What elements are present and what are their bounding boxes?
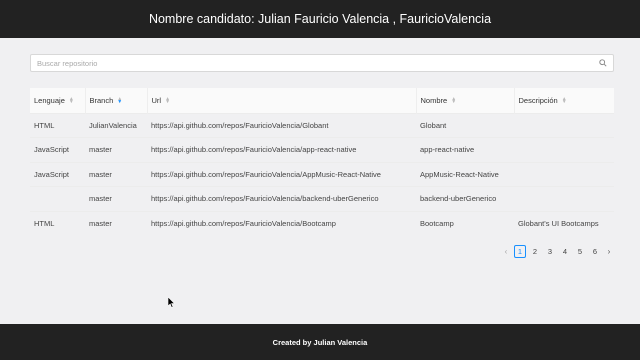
cell-nombre: app-react-native — [416, 137, 514, 162]
prev-page-button[interactable]: ‹ — [501, 247, 511, 256]
cell-url: https://api.github.com/repos/FauricioVal… — [147, 161, 416, 187]
cell-descripcion — [514, 137, 614, 162]
cell-branch: master — [85, 210, 147, 236]
table-row[interactable]: JavaScript master https://api.github.com… — [30, 161, 614, 187]
cell-descripcion — [514, 186, 614, 211]
sort-icon[interactable]: ▲ ▼ — [69, 96, 74, 104]
page-button-1[interactable]: 1 — [514, 245, 526, 258]
sort-icon[interactable]: ▲ ▼ — [165, 96, 170, 104]
column-header-descripcion[interactable]: Descripción ▲ ▼ — [514, 88, 614, 113]
sort-icon[interactable]: ▲ ▼ — [451, 96, 456, 104]
cell-branch: JulianValencia — [85, 112, 147, 138]
mouse-cursor-icon — [167, 295, 176, 313]
page-button-5[interactable]: 5 — [574, 245, 586, 258]
cell-lenguaje: HTML — [30, 210, 85, 236]
table-row[interactable]: HTML master https://api.github.com/repos… — [30, 210, 614, 236]
cell-lenguaje — [30, 186, 85, 211]
cell-branch: master — [85, 161, 147, 187]
table-row[interactable]: master https://api.github.com/repos/Faur… — [30, 186, 614, 211]
page-button-2[interactable]: 2 — [529, 245, 541, 258]
footer-text: Created by Julian Valencia — [272, 337, 368, 347]
cell-lenguaje: JavaScript — [30, 137, 85, 162]
table-row[interactable]: HTML JulianValencia https://api.github.c… — [30, 112, 614, 138]
cell-nombre: backend-uberGenerico — [416, 186, 514, 211]
cell-nombre: Bootcamp — [416, 210, 514, 236]
cell-branch: master — [85, 186, 147, 211]
app-footer: Created by Julian Valencia — [0, 324, 640, 360]
cell-descripcion: Globant's UI Bootcamps — [514, 210, 614, 236]
cell-nombre: Globant — [416, 112, 514, 138]
cell-lenguaje: HTML — [30, 112, 85, 138]
sort-icon[interactable]: ▲ ▼ — [117, 96, 122, 104]
repositories-table: Lenguaje ▲ ▼ Branch ▲ ▼ Url ▲ ▼ Nombre ▲ ▼ Descr… — [30, 88, 614, 236]
column-header-nombre[interactable]: Nombre ▲ ▼ — [416, 88, 515, 113]
cell-nombre: AppMusic-React-Native — [416, 161, 514, 187]
page-button-3[interactable]: 3 — [544, 245, 556, 258]
page-button-6[interactable]: 6 — [589, 245, 601, 258]
column-header-branch[interactable]: Branch ▲ ▼ — [85, 88, 148, 113]
next-page-button[interactable]: › — [604, 247, 614, 256]
pagination: ‹ 1 2 3 4 5 6 › — [501, 245, 614, 258]
cell-descripcion — [514, 112, 614, 138]
cell-url: https://api.github.com/repos/FauricioVal… — [147, 112, 416, 138]
column-header-url[interactable]: Url ▲ ▼ — [147, 88, 417, 113]
sort-icon[interactable]: ▲ ▼ — [562, 96, 567, 104]
search-box[interactable] — [30, 54, 614, 72]
cell-descripcion — [514, 161, 614, 187]
search-input[interactable] — [37, 58, 598, 68]
app-header: Nombre candidato: Julian Fauricio Valenc… — [0, 0, 640, 38]
page-title: Nombre candidato: Julian Fauricio Valenc… — [148, 12, 492, 26]
cell-url: https://api.github.com/repos/FauricioVal… — [147, 137, 416, 162]
cell-branch: master — [85, 137, 147, 162]
page-button-4[interactable]: 4 — [559, 245, 571, 258]
search-icon[interactable] — [598, 59, 607, 68]
table-header-row: Lenguaje ▲ ▼ Branch ▲ ▼ Url ▲ ▼ Nombre ▲ ▼ Descr… — [30, 88, 614, 113]
cell-url: https://api.github.com/repos/FauricioVal… — [147, 186, 416, 211]
column-header-lenguaje[interactable]: Lenguaje ▲ ▼ — [30, 88, 86, 113]
cell-lenguaje: JavaScript — [30, 161, 85, 187]
cell-url: https://api.github.com/repos/FauricioVal… — [147, 210, 416, 236]
table-row[interactable]: JavaScript master https://api.github.com… — [30, 137, 614, 162]
